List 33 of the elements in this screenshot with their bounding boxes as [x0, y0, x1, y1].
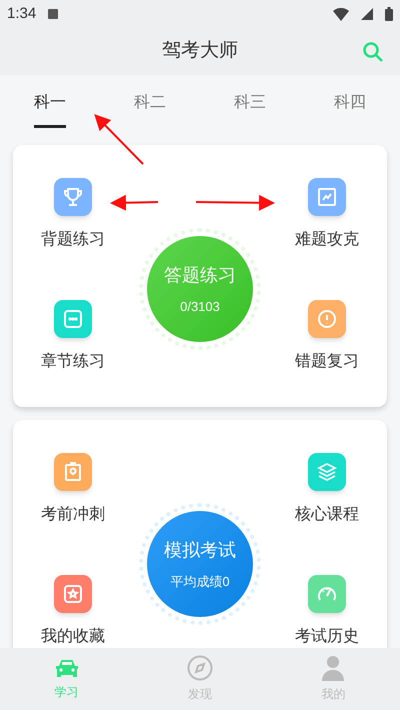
start-button[interactable]: 模拟考试 平均成绩0	[147, 510, 253, 616]
annotation-arrow	[94, 114, 144, 165]
feature-label[interactable]: 错题复习	[295, 352, 359, 372]
subject-tab[interactable]: 科四	[300, 75, 400, 140]
feature-label[interactable]: 章节练习	[41, 352, 105, 372]
signal-icon	[361, 8, 373, 20]
battery-icon	[385, 7, 393, 21]
feature-label[interactable]: 我的收藏	[41, 627, 105, 647]
feature-icon[interactable]	[308, 178, 346, 216]
feature-icon[interactable]	[54, 300, 92, 338]
feature-label[interactable]: 背题练习	[41, 230, 105, 250]
person-icon	[321, 655, 346, 681]
app-title: 驾考大师	[162, 39, 238, 64]
subject-tab[interactable]: 科二	[100, 75, 200, 140]
feature-icon[interactable]	[308, 453, 346, 491]
annotation-arrow	[110, 194, 158, 211]
feature-icon[interactable]	[54, 575, 92, 613]
subject-tab[interactable]: 科三	[200, 75, 300, 140]
feature-icon[interactable]	[308, 300, 346, 338]
feature-icon[interactable]	[308, 575, 346, 613]
search-button[interactable]	[362, 41, 384, 63]
compass-icon	[186, 655, 213, 681]
feature-label[interactable]: 难题攻克	[295, 230, 359, 250]
feature-label[interactable]: 核心课程	[295, 505, 359, 525]
subject-tab[interactable]: 科一	[0, 75, 100, 140]
car-icon	[54, 657, 80, 679]
notification-icon	[48, 9, 58, 19]
wifi-icon	[333, 8, 349, 20]
feature-label[interactable]: 考前冲刺	[41, 505, 105, 525]
feature-icon[interactable]	[54, 453, 92, 491]
feature-label[interactable]: 考试历史	[295, 627, 359, 647]
feature-icon[interactable]	[54, 178, 92, 216]
status-time: 1:34	[7, 4, 36, 24]
